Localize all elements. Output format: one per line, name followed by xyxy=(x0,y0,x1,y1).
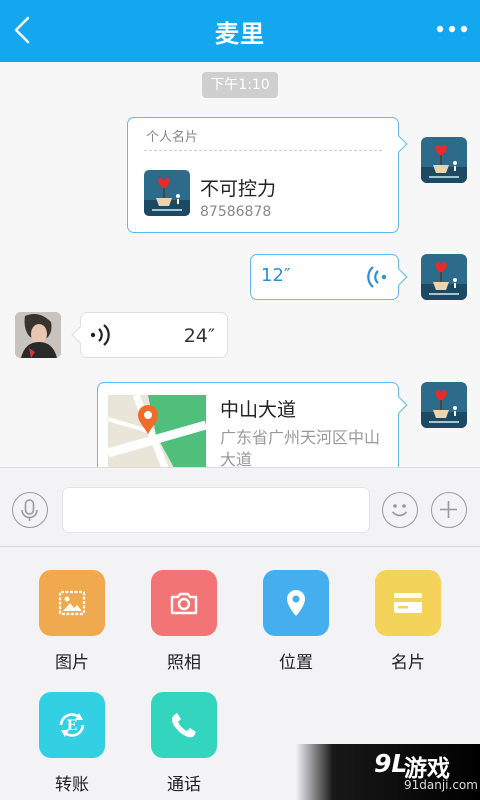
phone-icon xyxy=(151,692,217,758)
tool-image[interactable]: 图片 xyxy=(32,548,112,673)
tool-label: 位置 xyxy=(279,653,313,673)
voice-duration: 12″ xyxy=(261,265,291,286)
location-address: 广东省广州天河区中山大道 xyxy=(220,428,381,467)
chat-title: 麦里 xyxy=(215,20,265,48)
contact-avatar[interactable] xyxy=(15,312,61,358)
mic-icon xyxy=(21,499,38,521)
more-tools-button[interactable] xyxy=(431,492,467,528)
location-pin-icon xyxy=(263,570,329,636)
watermark-logo: 9L xyxy=(374,749,408,778)
timestamp: 下午1:10 xyxy=(202,72,278,98)
voice-message-outgoing[interactable]: 12″ xyxy=(250,254,408,300)
transfer-icon: E xyxy=(39,692,105,758)
watermark-url: 91danji.com xyxy=(404,778,478,792)
tool-label: 通话 xyxy=(167,775,201,795)
bubble-tail xyxy=(71,326,89,344)
voice-duration: 24″ xyxy=(183,325,215,347)
voice-wave-icon xyxy=(91,324,110,346)
location-message[interactable]: 中山大道 广东省广州天河区中山大道 xyxy=(97,382,408,467)
contact-card-message[interactable]: 个人名片 不可控力 87586878 xyxy=(127,117,408,233)
bubble-tail xyxy=(390,135,408,153)
input-bar xyxy=(0,467,480,547)
tool-label: 名片 xyxy=(391,653,425,673)
contact-number: 87586878 xyxy=(200,204,272,220)
more-dots-icon xyxy=(436,25,468,33)
voice-message-incoming[interactable]: 24″ xyxy=(71,312,228,358)
location-map-thumbnail xyxy=(108,395,206,467)
card-header: 个人名片 xyxy=(146,130,199,145)
contact-avatar xyxy=(144,170,190,216)
tool-label: 转账 xyxy=(55,775,89,795)
chat-area[interactable]: 下午1:10 个人名片 不可控力 87586878 12″ 24″ 中山大道 广… xyxy=(0,62,480,467)
voice-wave-icon xyxy=(367,266,386,288)
tool-location[interactable]: 位置 xyxy=(256,548,336,673)
my-avatar[interactable] xyxy=(421,254,467,300)
my-avatar[interactable] xyxy=(421,137,467,183)
location-title: 中山大道 xyxy=(220,399,297,421)
my-avatar[interactable] xyxy=(421,382,467,428)
tool-transfer[interactable]: E 转账 xyxy=(32,670,112,795)
voice-input-button[interactable] xyxy=(12,492,48,528)
top-bar: 麦里 xyxy=(0,0,480,62)
contact-name: 不可控力 xyxy=(200,178,277,200)
plus-icon xyxy=(440,501,457,518)
smiley-icon xyxy=(391,504,408,517)
svg-text:E: E xyxy=(67,718,78,734)
card-icon xyxy=(375,570,441,636)
camera-icon xyxy=(151,570,217,636)
tool-camera[interactable]: 照相 xyxy=(144,548,224,673)
tool-call[interactable]: 通话 xyxy=(144,670,224,795)
image-icon xyxy=(39,570,105,636)
site-watermark: 9L 游戏 91danji.com xyxy=(296,744,480,800)
bubble-tail xyxy=(390,268,408,286)
bubble-tail xyxy=(390,396,408,414)
divider xyxy=(144,150,382,151)
emoji-button[interactable] xyxy=(382,492,418,528)
tool-card[interactable]: 名片 xyxy=(368,548,448,673)
more-button[interactable] xyxy=(434,14,470,44)
message-input[interactable] xyxy=(62,487,370,533)
